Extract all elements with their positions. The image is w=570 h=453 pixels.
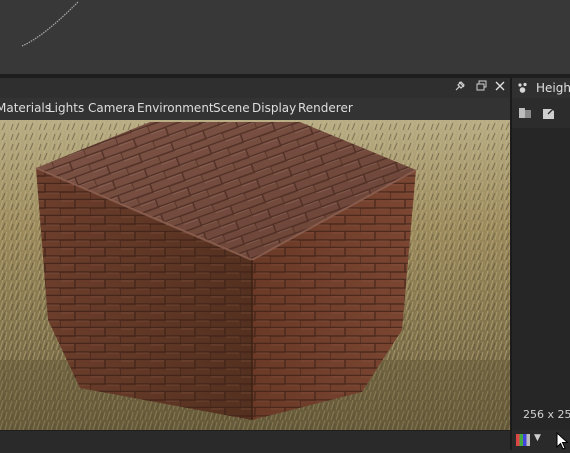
color-mode-icon[interactable] [516,434,530,449]
2d-view-title: Height [536,81,570,95]
menu-camera[interactable]: Camera [88,101,135,115]
float-window-icon[interactable] [473,80,489,96]
2d-view-panel: Height 256 x 256 ▼ [512,78,570,450]
3d-view-panel: Materials Lights Camera Environment Scen… [0,78,510,451]
menu-renderer[interactable]: Renderer [298,101,353,115]
panel-titlebar [0,78,510,99]
resolution-label: 256 x 256 [523,408,570,421]
menu-environment[interactable]: Environment [137,101,214,115]
paw-icon [517,82,529,97]
channel-icon[interactable] [518,106,532,123]
pin-icon[interactable] [452,80,468,96]
export-icon[interactable] [542,106,556,123]
2d-view-toolbar [512,100,570,126]
viewport-menubar: Materials Lights Camera Environment Scen… [0,98,510,120]
menu-scene[interactable]: Scene [213,101,250,115]
2d-view-canvas[interactable] [512,128,570,430]
rendered-cube-scene [0,120,510,430]
2d-view-header: Height [512,78,570,98]
viewport-statusbar [0,430,510,451]
menu-materials[interactable]: Materials [0,101,51,115]
graph-link-curve [21,1,79,47]
graph-canvas[interactable] [0,0,570,74]
close-icon[interactable] [492,80,508,96]
menu-lights[interactable]: Lights [48,101,84,115]
chevron-down-icon[interactable]: ▼ [534,433,541,443]
menu-display[interactable]: Display [252,101,296,115]
3d-viewport[interactable] [0,120,510,430]
